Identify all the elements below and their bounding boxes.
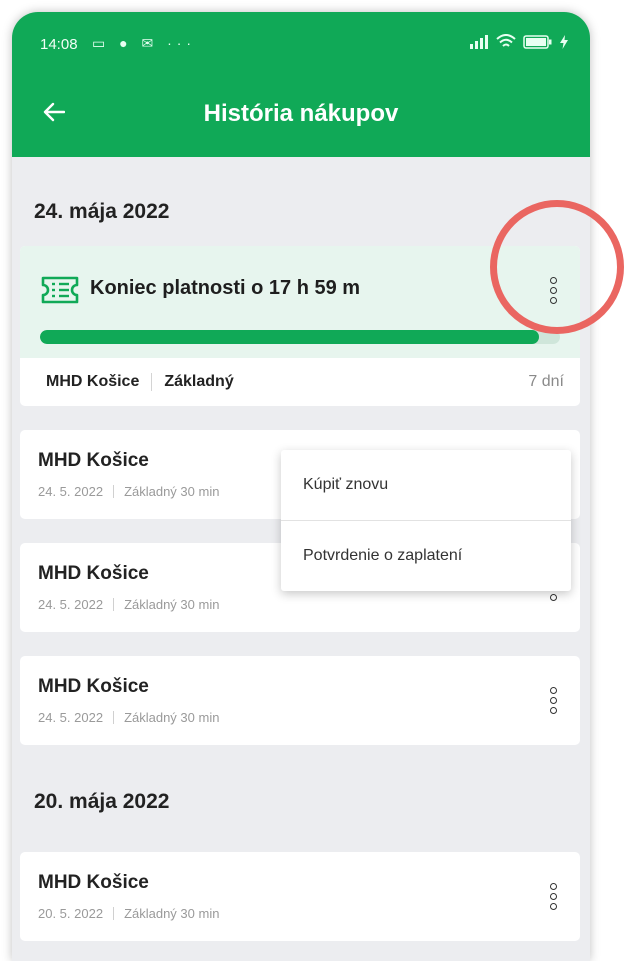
charging-icon: [560, 35, 568, 49]
history-item-type: Základný 30 min: [124, 710, 220, 725]
ticket-icon: [41, 276, 79, 304]
buy-again-menu-item[interactable]: Kúpiť znovu: [281, 450, 571, 520]
history-item-date: 24. 5. 2022: [38, 597, 104, 612]
section-date: 20. mája 2022: [34, 790, 170, 813]
more-options-button[interactable]: [538, 680, 568, 720]
history-item-type: Základný 30 min: [124, 484, 220, 499]
divider: [151, 373, 153, 391]
history-item-subtitle: 20. 5. 2022 Základný 30 min: [38, 906, 219, 921]
signal-icon: [470, 35, 488, 49]
history-item-title: MHD Košice: [38, 563, 149, 584]
history-item-type: Základný 30 min: [124, 906, 220, 921]
history-item-title: MHD Košice: [38, 872, 149, 893]
ticket-type: Základný: [164, 373, 234, 390]
dot-icon: [549, 706, 557, 714]
dot-icon: [549, 882, 557, 890]
history-item-title: MHD Košice: [38, 676, 149, 697]
validity-progress-fill: [40, 330, 540, 344]
history-item-date: 24. 5. 2022: [38, 710, 104, 725]
dot-icon: [549, 696, 557, 704]
context-menu: Kúpiť znovu Potvrdenie o zaplatení: [281, 450, 571, 591]
history-item-subtitle: 24. 5. 2022 Základný 30 min: [38, 597, 219, 612]
history-item-subtitle: 24. 5. 2022 Základný 30 min: [38, 710, 219, 725]
divider: [113, 598, 115, 611]
active-ticket-details: MHD Košice Základný 7 dní: [20, 358, 580, 406]
history-item-date: 24. 5. 2022: [38, 484, 104, 499]
history-item-type: Základný 30 min: [124, 597, 220, 612]
section-date: 24. mája 2022: [34, 200, 170, 223]
history-item-subtitle: 24. 5. 2022 Základný 30 min: [38, 484, 219, 499]
app-bar: História nákupov: [12, 72, 590, 157]
ticket-duration: 7 dní: [528, 373, 564, 390]
status-bar: 14:08 ▭ ● ✉ ···: [12, 12, 590, 72]
wifi-icon: [496, 34, 516, 47]
status-time: 14:08: [40, 36, 78, 53]
history-item[interactable]: MHD Košice 24. 5. 2022 Základný 30 min: [20, 656, 580, 745]
ticket-city: MHD Košice: [46, 373, 140, 390]
history-item-date: 20. 5. 2022: [38, 906, 104, 921]
validity-text: Koniec platnosti o 17 h 59 m: [90, 277, 361, 299]
dot-icon: [549, 686, 557, 694]
battery-icon: [523, 35, 552, 49]
highlight-circle: [490, 200, 624, 334]
system-icons: [469, 34, 568, 50]
dot-icon: [549, 892, 557, 900]
page-title: História nákupov: [203, 100, 399, 127]
divider: [113, 711, 115, 724]
payment-receipt-menu-item[interactable]: Potvrdenie o zaplatení: [281, 521, 571, 591]
divider: [113, 907, 115, 920]
more-options-button[interactable]: [538, 876, 568, 916]
notification-icons: ▭ ● ✉ ···: [92, 35, 197, 51]
divider: [113, 485, 115, 498]
dot-icon: [549, 593, 557, 601]
dot-icon: [549, 902, 557, 910]
history-item-title: MHD Košice: [38, 450, 149, 471]
history-item[interactable]: MHD Košice 20. 5. 2022 Základný 30 min: [20, 852, 580, 941]
validity-progress: [40, 330, 560, 344]
